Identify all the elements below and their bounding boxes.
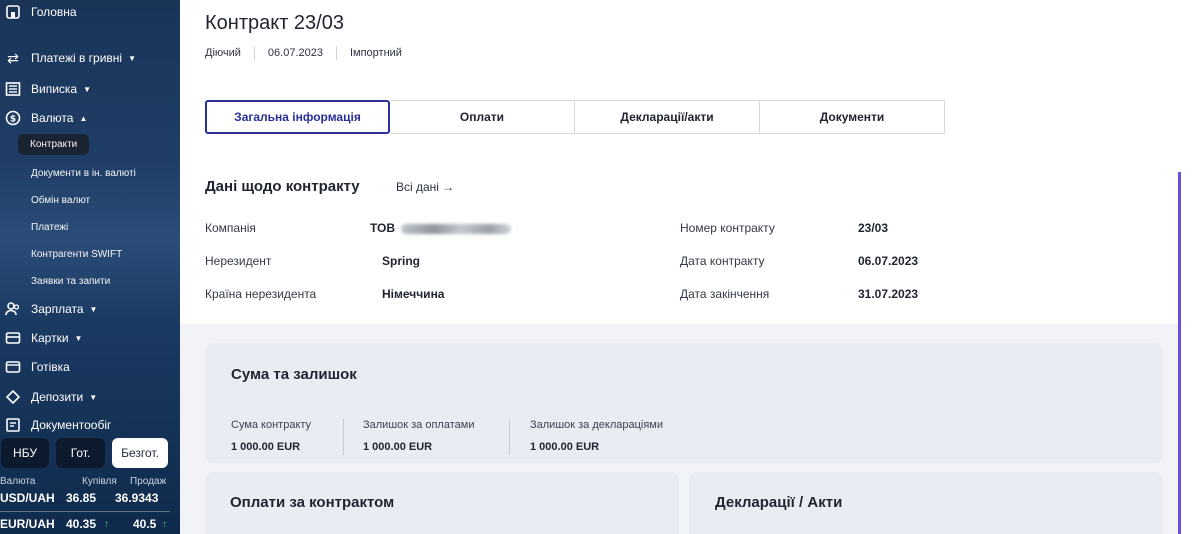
sidebar-item-salary[interactable]: Зарплата ▼ bbox=[0, 298, 180, 320]
field-label-end-date: Дата закінчення bbox=[680, 287, 770, 301]
summary-payments-balance: Залишок за оплатами 1 000.00 EUR bbox=[363, 419, 475, 453]
tab-documents[interactable]: Документи bbox=[760, 100, 945, 134]
sidebar-item-currency[interactable]: $ Валюта ▲ bbox=[0, 107, 180, 129]
chevron-down-icon: ▼ bbox=[74, 333, 83, 343]
field-label-contract-number: Номер контракту bbox=[680, 221, 775, 235]
page-title: Контракт 23/03 bbox=[205, 12, 344, 34]
field-value-contract-number: 23/03 bbox=[858, 221, 889, 235]
redacted-blur bbox=[401, 223, 512, 234]
field-value-country: Німеччина bbox=[382, 287, 445, 301]
tab-rate-cash[interactable]: Гот. bbox=[56, 438, 105, 468]
arrow-up-icon: ↑ bbox=[104, 519, 109, 530]
document-icon bbox=[5, 417, 21, 433]
field-value-end-date: 31.07.2023 bbox=[858, 287, 919, 301]
chevron-down-icon: ▼ bbox=[83, 84, 92, 94]
field-label-contract-date: Дата контракту bbox=[680, 254, 765, 268]
sidebar-item-deposits[interactable]: Депозити ▼ bbox=[0, 386, 180, 408]
sidebar-sub-requests[interactable]: Заявки та запити bbox=[31, 276, 110, 287]
tab-general-info[interactable]: Загальна інформація bbox=[205, 100, 390, 134]
payments-card-title: Оплати за контрактом bbox=[230, 494, 395, 511]
scrollbar[interactable] bbox=[1178, 172, 1181, 534]
main-content: Контракт 23/03 Діючий 06.07.2023 Імпортн… bbox=[180, 0, 1200, 534]
summary-area: Сума та залишок Сума контракту 1 000.00 … bbox=[180, 324, 1180, 534]
transfer-icon: ⇄ bbox=[7, 49, 19, 66]
divider bbox=[253, 46, 255, 60]
contract-meta: Діючий 06.07.2023 Імпортний bbox=[205, 46, 402, 60]
sidebar-sub-swift[interactable]: Контрагенти SWIFT bbox=[31, 249, 122, 260]
sidebar-sub-payments[interactable]: Платежі bbox=[31, 222, 68, 233]
statement-icon bbox=[5, 81, 21, 97]
svg-text:$: $ bbox=[10, 115, 16, 125]
field-value-contract-date: 06.07.2023 bbox=[858, 254, 919, 268]
declarations-card: Декларації / Акти bbox=[689, 472, 1163, 534]
arrow-up-icon: ↑ bbox=[162, 519, 167, 530]
sidebar-item-cash[interactable]: Готівка bbox=[0, 356, 180, 378]
currency-icon: $ bbox=[5, 110, 21, 126]
sidebar-item-statement[interactable]: Виписка ▼ bbox=[0, 78, 180, 100]
tab-rate-noncash[interactable]: Безгот. bbox=[112, 438, 168, 468]
chevron-up-icon: ▲ bbox=[79, 113, 88, 123]
sidebar-item-cards[interactable]: Картки ▼ bbox=[0, 327, 180, 349]
divider bbox=[343, 419, 344, 455]
chevron-down-icon: ▼ bbox=[89, 304, 98, 314]
section-title: Дані щодо контракту bbox=[205, 178, 360, 195]
tab-declarations[interactable]: Декларації/акти bbox=[575, 100, 760, 134]
sidebar: Головна ⇄ Платежі в гривні ▼ Виписка ▼ $… bbox=[0, 0, 180, 534]
rates-divider bbox=[0, 511, 170, 512]
status-badge: Діючий bbox=[205, 47, 241, 59]
summary-card: Сума та залишок Сума контракту 1 000.00 … bbox=[205, 343, 1163, 463]
contract-date: 06.07.2023 bbox=[267, 47, 323, 59]
contract-tabs: Загальна інформація Оплати Декларації/ак… bbox=[205, 100, 945, 134]
sidebar-item-docflow[interactable]: Документообіг bbox=[0, 414, 180, 436]
field-value-nonresident: Spring bbox=[382, 254, 420, 268]
contract-type: Імпортний bbox=[349, 47, 402, 59]
sidebar-item-payments-uah[interactable]: ⇄ Платежі в гривні ▼ bbox=[0, 47, 180, 69]
rate-source-tabs: НБУ Гот. Безгот. bbox=[0, 438, 180, 468]
declarations-card-title: Декларації / Акти bbox=[715, 494, 843, 511]
summary-declarations-balance: Залишок за деклараціями 1 000.00 EUR bbox=[530, 419, 664, 453]
chevron-down-icon: ▼ bbox=[128, 53, 137, 63]
chevron-down-icon: ▼ bbox=[89, 392, 98, 402]
sidebar-sub-docs-foreign[interactable]: Документи в ін. валюті bbox=[31, 168, 136, 179]
tab-rate-nbu[interactable]: НБУ bbox=[1, 438, 49, 468]
people-icon bbox=[5, 301, 21, 317]
tab-payments[interactable]: Оплати bbox=[390, 100, 575, 134]
card-icon bbox=[5, 330, 21, 346]
sidebar-sub-exchange[interactable]: Обмін валют bbox=[31, 195, 90, 206]
summary-title: Сума та залишок bbox=[231, 366, 357, 383]
all-data-link[interactable]: Всі дані → bbox=[396, 180, 454, 194]
divider bbox=[335, 46, 337, 60]
deposit-icon bbox=[5, 389, 21, 405]
sidebar-item-home[interactable]: Головна bbox=[0, 1, 180, 23]
home-icon bbox=[5, 4, 21, 20]
field-label-company: Компанія bbox=[205, 221, 256, 235]
divider bbox=[509, 419, 510, 455]
field-label-nonresident: Нерезидент bbox=[205, 254, 272, 268]
summary-contract-sum: Сума контракту 1 000.00 EUR bbox=[231, 419, 312, 453]
sidebar-sub-contracts[interactable]: Контракти bbox=[18, 134, 90, 155]
field-value-company: ТОВ bbox=[370, 221, 512, 235]
payments-card: Оплати за контрактом bbox=[205, 472, 679, 534]
wallet-icon bbox=[5, 359, 21, 375]
field-label-country: Країна нерезидента bbox=[205, 287, 317, 301]
